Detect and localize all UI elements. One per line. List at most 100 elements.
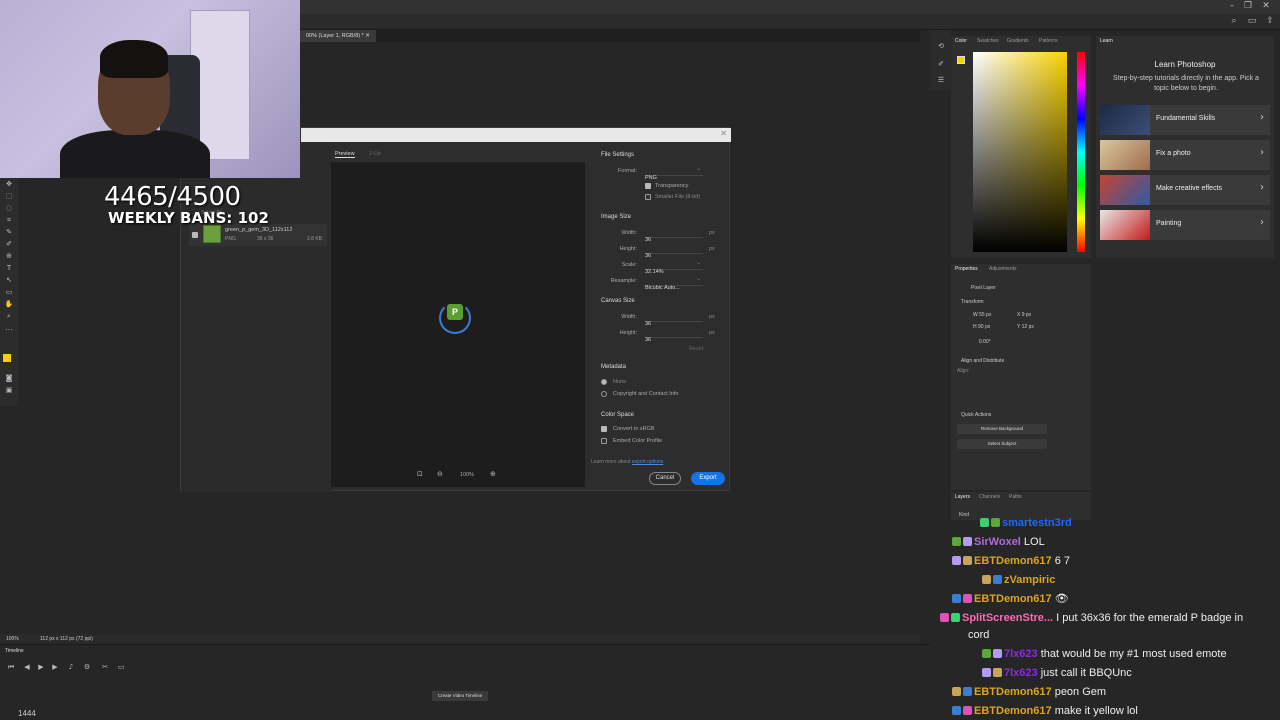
history-icon[interactable]: ⟲ — [936, 42, 946, 50]
marquee-tool-icon[interactable]: ⬚ — [4, 192, 14, 200]
share-icon[interactable]: ⇪ — [1264, 16, 1276, 26]
shape-tool-icon[interactable]: ▭ — [4, 288, 14, 296]
chat-username[interactable]: EBTDemon617 — [974, 686, 1052, 698]
screen-mode-icon[interactable]: ▣ — [4, 386, 14, 394]
asset-checkbox[interactable] — [192, 232, 198, 238]
play-icon[interactable]: ▶ — [36, 663, 46, 671]
tab-paths[interactable]: Paths — [1009, 494, 1022, 500]
learn-card-creative[interactable]: Make creative effects › — [1100, 175, 1270, 205]
metadata-copyright-radio[interactable] — [601, 391, 607, 397]
settings-icon[interactable]: ⚙ — [82, 663, 92, 671]
tab-preview[interactable]: Preview — [335, 151, 355, 158]
move-tool-icon[interactable]: ✥ — [4, 180, 14, 188]
brush-settings-icon[interactable]: ✐ — [936, 60, 946, 68]
convert-srgb-checkbox[interactable] — [601, 426, 607, 432]
minimize-icon[interactable]: – — [1226, 1, 1238, 11]
weekly-bans-counter: WEEKLY BANS: 102 — [108, 209, 269, 227]
metadata-none-radio[interactable] — [601, 379, 607, 385]
stamp-tool-icon[interactable]: ⊕ — [4, 252, 14, 260]
brush-tool-icon[interactable]: ✐ — [4, 240, 14, 248]
angle-field[interactable]: 0.00° — [979, 339, 991, 345]
hand-tool-icon[interactable]: ✋ — [4, 300, 14, 308]
adjustments-icon[interactable]: ☰ — [936, 76, 946, 84]
embed-profile-checkbox[interactable] — [601, 438, 607, 444]
zoom-value[interactable]: 100% — [460, 472, 474, 478]
width-field[interactable]: W 55 px — [973, 312, 991, 318]
fit-icon[interactable]: ⊡ — [417, 470, 423, 478]
hue-slider[interactable] — [1077, 52, 1085, 252]
learn-card-fundamental[interactable]: Fundamental Skills › — [1100, 105, 1270, 135]
crop-tool-icon[interactable]: ⌗ — [4, 216, 14, 224]
canvas-width-input[interactable]: 36 — [645, 312, 703, 327]
close-icon[interactable]: ✕ — [1260, 1, 1272, 11]
zoom-tool-icon[interactable]: ⌕ — [4, 312, 14, 320]
foreground-color-swatch[interactable] — [3, 354, 11, 362]
chat-username[interactable]: SirWoxel — [974, 536, 1021, 548]
chat-username[interactable]: SplitScreenStre... — [962, 612, 1053, 624]
format-select[interactable]: PNG ⌄ — [645, 166, 703, 181]
tab-adjustments[interactable]: Adjustments — [989, 266, 1017, 272]
chat-message-text: make it yellow lol — [1051, 705, 1138, 717]
status-zoom[interactable]: 100% — [6, 636, 19, 642]
canvas-height-input[interactable]: 36 — [645, 328, 703, 343]
quick-mask-icon[interactable]: ◙ — [4, 374, 14, 382]
learn-card-painting[interactable]: Painting › — [1100, 210, 1270, 240]
chat-username[interactable]: EBTDemon617 — [974, 555, 1052, 567]
prev-frame-icon[interactable]: ◀ — [22, 663, 32, 671]
chat-username[interactable]: 7lx623 — [1004, 667, 1038, 679]
color-picker-field[interactable] — [973, 52, 1067, 252]
eyedropper-tool-icon[interactable]: ✎ — [4, 228, 14, 236]
tab-swatches[interactable]: Swatches — [977, 38, 999, 44]
chat-username[interactable]: zVampiric — [1004, 574, 1055, 586]
tab-properties[interactable]: Properties — [955, 266, 978, 272]
chat-username[interactable]: EBTDemon617 — [974, 593, 1052, 605]
transition-icon[interactable]: ▭ — [116, 663, 126, 671]
smaller-file-checkbox[interactable] — [645, 194, 651, 200]
tab-2-up[interactable]: 2-Up — [369, 151, 381, 157]
audio-icon[interactable]: ♪ — [66, 663, 76, 671]
y-field[interactable]: Y 12 px — [1017, 324, 1034, 330]
export-button[interactable]: Export — [691, 472, 725, 485]
smaller-file-label: Smaller File (8-bit) — [655, 194, 700, 200]
tab-learn[interactable]: Learn — [1100, 38, 1113, 44]
height-field[interactable]: H 90 px — [973, 324, 990, 330]
tab-color[interactable]: Color — [955, 38, 967, 44]
next-frame-icon[interactable]: ▶ — [50, 663, 60, 671]
learn-card-fix-photo[interactable]: Fix a photo › — [1100, 140, 1270, 170]
zoom-out-icon[interactable]: ⊖ — [437, 470, 443, 478]
chat-username[interactable]: EBTDemon617 — [974, 705, 1052, 717]
path-tool-icon[interactable]: ↖ — [4, 276, 14, 284]
dialog-close-icon[interactable]: ✕ — [720, 129, 727, 138]
select-subject-button[interactable]: Select Subject — [957, 439, 1047, 449]
workspace-icon[interactable]: ▭ — [1246, 16, 1258, 26]
zoom-in-icon[interactable]: ⊕ — [490, 470, 496, 478]
create-video-timeline-button[interactable]: Create Video Timeline — [432, 691, 488, 701]
width-input[interactable]: 36 — [645, 228, 703, 243]
tab-channels[interactable]: Channels — [979, 494, 1000, 500]
learn-more-label: Learn more about — [591, 459, 631, 465]
export-options-link[interactable]: export options — [632, 459, 663, 465]
lasso-tool-icon[interactable]: ◌ — [4, 204, 14, 212]
resample-select[interactable]: Bicubic Auto... ⌄ — [645, 276, 703, 291]
tab-gradients[interactable]: Gradients — [1007, 38, 1029, 44]
chat-username[interactable]: 7lx623 — [1004, 648, 1038, 660]
split-icon[interactable]: ✂ — [100, 663, 110, 671]
reset-button[interactable]: Reset — [689, 346, 703, 352]
maximize-icon[interactable]: ❐ — [1242, 1, 1254, 11]
tab-patterns[interactable]: Patterns — [1039, 38, 1058, 44]
frame-field[interactable]: 1444 — [18, 709, 36, 718]
document-tab[interactable]: 00% (Layer 1, RGB/8) * ✕ — [300, 30, 376, 42]
height-input[interactable]: 36 — [645, 244, 703, 259]
search-icon[interactable]: ⌕ — [1228, 16, 1240, 26]
tab-layers[interactable]: Layers — [955, 494, 970, 500]
foreground-swatch[interactable] — [957, 56, 965, 64]
x-field[interactable]: X 9 px — [1017, 312, 1031, 318]
first-frame-icon[interactable]: ⏮ — [6, 663, 16, 671]
remove-background-button[interactable]: Remove Background — [957, 424, 1047, 434]
more-tools-icon[interactable]: … — [4, 324, 14, 332]
scale-select[interactable]: 32.14% ⌄ — [645, 260, 703, 275]
chat-username[interactable]: smartestn3rd — [1002, 517, 1072, 529]
cancel-button[interactable]: Cancel — [649, 472, 681, 485]
text-tool-icon[interactable]: T — [4, 264, 14, 272]
transparency-checkbox[interactable] — [645, 183, 651, 189]
